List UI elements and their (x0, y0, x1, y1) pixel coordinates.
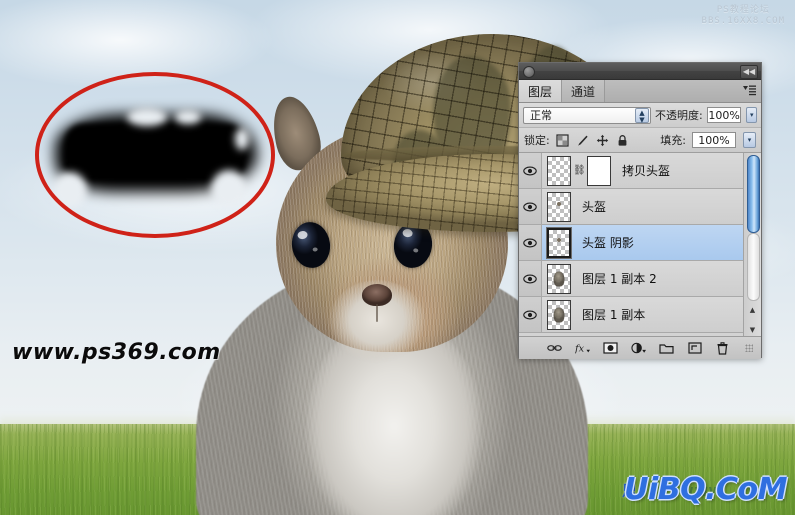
layers-scrollbar[interactable]: ▲ ▼ (743, 153, 761, 336)
panel-tab-strip: 图层 通道 (519, 80, 761, 103)
link-layers-icon[interactable] (547, 341, 562, 356)
eye-icon (523, 202, 537, 211)
delete-layer-icon[interactable] (715, 341, 730, 356)
watermark-top-line2: BBS.16XX8.COM (701, 16, 785, 26)
lock-icons-group (556, 133, 629, 147)
layer-row[interactable]: ⛓ 拷贝头盔 (519, 153, 744, 189)
blend-mode-value: 正常 (530, 109, 552, 122)
layer-name: 拷贝头盔 (622, 164, 671, 178)
watermark-ps369: www.ps369.com (12, 340, 221, 365)
layer-style-fx-icon[interactable]: fx (575, 341, 590, 356)
scroll-up-arrow-icon[interactable]: ▲ (750, 306, 755, 314)
layer-visibility-toggle[interactable] (519, 189, 542, 224)
lock-position-icon[interactable] (596, 134, 609, 147)
layer-list: ⛓ 拷贝头盔 头盔 头盔 阴影 图层 1 副本 2 图层 1 副本 (519, 153, 744, 336)
layer-mask-link-icon[interactable]: ⛓ (573, 165, 586, 176)
eye-icon (523, 310, 537, 319)
lock-image-pixels-icon[interactable] (576, 134, 589, 147)
fill-label: 填充: (660, 134, 686, 147)
layer-visibility-toggle[interactable] (519, 153, 542, 188)
add-layer-mask-icon[interactable] (603, 341, 618, 356)
new-layer-icon[interactable] (687, 341, 702, 356)
opacity-input[interactable]: 100% (706, 107, 742, 123)
layer-thumbnail[interactable] (546, 226, 572, 259)
lock-row: 锁定: 填充: 100% ▾ (519, 128, 761, 153)
lock-all-icon[interactable] (616, 134, 629, 147)
layer-visibility-toggle[interactable] (519, 261, 542, 296)
red-ellipse-annotation (35, 72, 275, 238)
panel-titlebar[interactable]: ◀◀ (519, 63, 761, 80)
blend-mode-select[interactable]: 正常 ▲ ▼ (523, 106, 651, 124)
panel-close-dot-icon[interactable] (523, 66, 535, 78)
scroll-down-arrow-icon[interactable]: ▼ (750, 326, 755, 334)
svg-text:fx: fx (575, 344, 585, 354)
eye-icon (523, 238, 537, 247)
panel-menu-glyph (743, 85, 756, 96)
blend-mode-stepper-icon[interactable]: ▲ ▼ (635, 107, 649, 123)
layers-list-area: ⛓ 拷贝头盔 头盔 头盔 阴影 图层 1 副本 2 图层 1 副本 ▲ ▼ (519, 153, 761, 337)
new-adjustment-layer-icon[interactable] (631, 341, 646, 356)
layer-name: 头盔 (582, 200, 607, 214)
eye-icon (523, 274, 537, 283)
panel-menu-icon[interactable] (741, 84, 757, 97)
opacity-dropdown-icon[interactable]: ▾ (746, 107, 757, 123)
layers-panel: ◀◀ 图层 通道 正常 ▲ ▼ 不透明度: 100% ▾ 锁定: 填充: 100… (518, 62, 762, 359)
layers-panel-footer: fx (519, 337, 761, 359)
new-group-icon[interactable] (659, 341, 674, 356)
tab-strip-filler (605, 80, 761, 102)
tab-layers[interactable]: 图层 (519, 80, 563, 102)
panel-resize-grip[interactable] (745, 344, 753, 352)
screenshot-canvas: www.ps369.com PS教程论坛 BBS.16XX8.COM 思 WWW… (0, 0, 795, 515)
watermark-bottom-right: 思 WWW. .55 UiBQ.CoM (587, 472, 788, 509)
layer-thumbnail[interactable] (547, 191, 571, 222)
annotation-ellipse-group (35, 72, 275, 238)
layer-row[interactable]: 图层 1 副本 2 (519, 261, 744, 297)
fill-input[interactable]: 100% (692, 132, 736, 148)
tab-channels-label: 通道 (571, 84, 596, 99)
layer-thumbnail[interactable] (547, 155, 571, 186)
watermark-top-line1: PS教程论坛 (716, 5, 770, 15)
layer-thumbnail[interactable] (547, 299, 571, 330)
layer-name: 图层 1 副本 (582, 308, 646, 322)
layer-row[interactable]: 头盔 (519, 189, 744, 225)
layer-row[interactable]: 图层 1 副本 (519, 297, 744, 333)
squirrel-nose (362, 284, 392, 306)
panel-collapse-icon[interactable]: ◀◀ (740, 65, 758, 79)
blend-mode-row: 正常 ▲ ▼ 不透明度: 100% ▾ (519, 103, 761, 128)
layer-name: 图层 1 副本 2 (582, 272, 657, 286)
layer-name: 头盔 阴影 (582, 236, 634, 250)
layer-mask-thumbnail[interactable] (587, 155, 611, 186)
lock-transparent-pixels-icon[interactable] (556, 133, 569, 147)
tab-channels[interactable]: 通道 (562, 80, 606, 102)
fill-dropdown-icon[interactable]: ▾ (743, 132, 756, 148)
layer-visibility-toggle[interactable] (519, 297, 542, 332)
scrollbar-arrows[interactable]: ▲ ▼ (747, 306, 758, 334)
layer-visibility-toggle[interactable] (519, 225, 542, 260)
layer-row[interactable]: 头盔 阴影 (519, 225, 744, 261)
opacity-label: 不透明度: (655, 109, 703, 122)
watermark-top-right: PS教程论坛 BBS.16XX8.COM (702, 5, 785, 27)
watermark-bottom-main: UiBQ.CoM (624, 472, 787, 507)
squirrel-nose-line (376, 304, 378, 322)
layer-thumbnail[interactable] (547, 263, 571, 294)
tab-layers-label: 图层 (528, 84, 553, 99)
lock-label: 锁定: (524, 134, 550, 147)
scrollbar-thumb[interactable] (747, 155, 760, 233)
scrollbar-track[interactable] (747, 233, 760, 301)
eye-icon (523, 166, 537, 175)
